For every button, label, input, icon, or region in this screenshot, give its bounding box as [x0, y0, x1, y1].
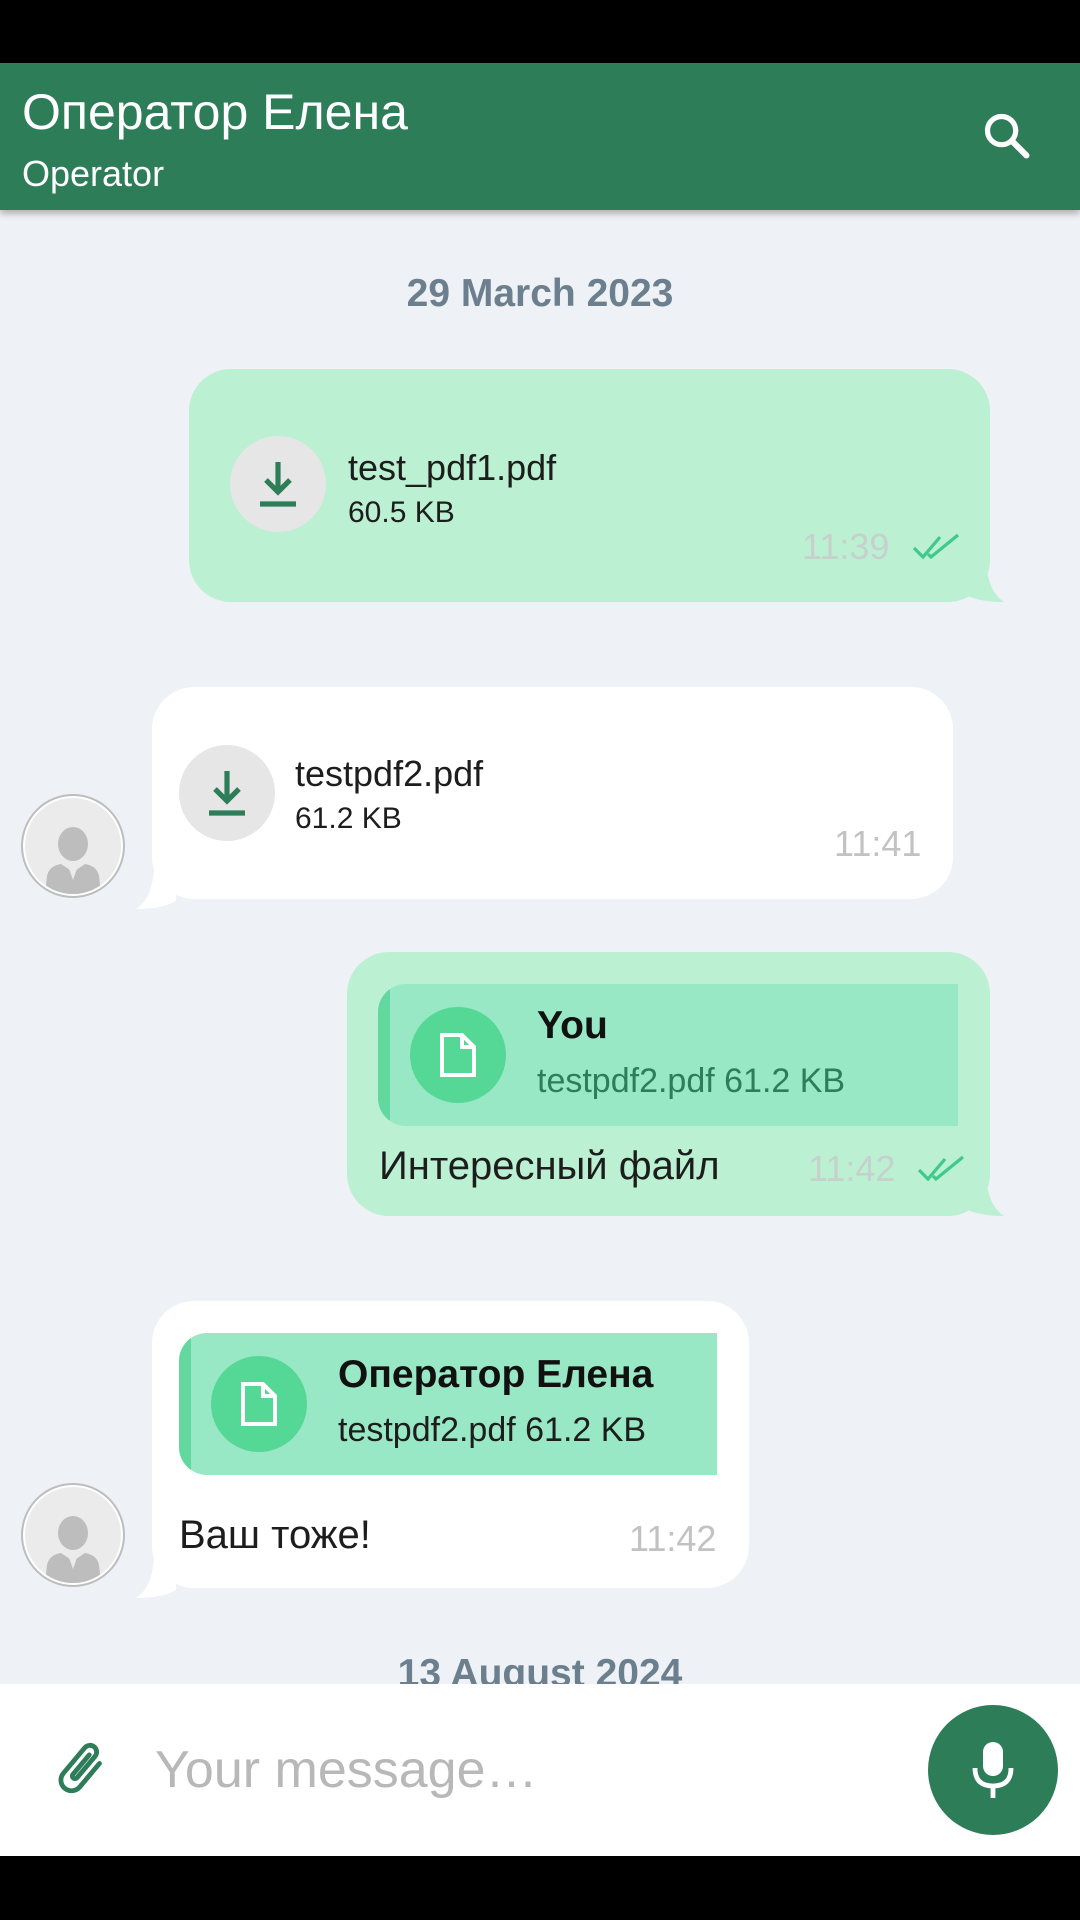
bubble-tail [136, 1558, 176, 1598]
quoted-file[interactable]: Оператор Елена testpdf2.pdf 61.2 KB [179, 1333, 717, 1475]
double-check-icon [917, 1155, 965, 1182]
chat-subtitle: Operator [22, 153, 165, 194]
message-time: 11:42 [808, 1148, 896, 1189]
paperclip-icon [58, 1742, 102, 1794]
message-time: 11:42 [629, 1518, 717, 1559]
mic-button[interactable] [928, 1705, 1058, 1835]
download-button[interactable] [179, 745, 275, 841]
person-icon [45, 1516, 101, 1583]
bubble-tail [964, 562, 1004, 602]
message-text: Ваш тоже! [179, 1513, 371, 1557]
date-separator: 29 March 2023 [406, 272, 674, 315]
document-icon [440, 1033, 476, 1077]
outgoing-file-message[interactable]: test_pdf1.pdf 60.5 KB 11:39 [189, 369, 990, 602]
chat-scroll-area[interactable]: 29 March 2023 test_pdf1.pdf 60.5 KB 11:3… [0, 210, 1080, 1684]
incoming-file-message[interactable]: testpdf2.pdf 61.2 KB 11:41 [152, 687, 953, 899]
file-size: 61.2 KB [295, 802, 402, 835]
message-time: 11:39 [802, 526, 890, 567]
quote-file-info: testpdf2.pdf 61.2 KB [338, 1411, 647, 1449]
file-name: test_pdf1.pdf [348, 447, 557, 488]
download-button[interactable] [230, 436, 326, 532]
bubble-tail [964, 1176, 1004, 1216]
navigation-bar [0, 1856, 1080, 1920]
quote-author: Оператор Елена [338, 1353, 654, 1396]
incoming-reply-message[interactable]: Оператор Елена testpdf2.pdf 61.2 KB Ваш … [152, 1301, 749, 1588]
avatar[interactable] [21, 1483, 125, 1587]
document-button[interactable] [410, 1007, 506, 1103]
double-check-icon [912, 533, 960, 560]
download-icon [209, 771, 245, 816]
message-input[interactable] [155, 1724, 895, 1816]
document-button[interactable] [211, 1356, 307, 1452]
date-separator: 13 August 2024 [397, 1652, 683, 1684]
message-text: Интересный файл [379, 1144, 720, 1188]
app-bar: Оператор Елена Operator [0, 63, 1080, 210]
bubble-tail [136, 869, 176, 909]
download-icon [260, 462, 296, 507]
message-time: 11:41 [834, 823, 922, 864]
person-icon [45, 827, 101, 894]
message-composer [0, 1684, 1080, 1856]
status-bar [0, 0, 1080, 63]
file-name: testpdf2.pdf [295, 753, 484, 794]
avatar[interactable] [21, 794, 125, 898]
quote-file-info: testpdf2.pdf 61.2 KB [537, 1062, 846, 1100]
microphone-icon [972, 1742, 1014, 1798]
chat-title: Оператор Елена [22, 84, 408, 140]
search-button[interactable] [974, 103, 1040, 169]
search-icon [984, 113, 1030, 159]
outgoing-reply-message[interactable]: You testpdf2.pdf 61.2 KB Интересный файл… [347, 952, 990, 1216]
quote-author: You [537, 1004, 608, 1047]
document-icon [241, 1382, 277, 1426]
attach-button[interactable] [44, 1728, 116, 1808]
file-size: 60.5 KB [348, 496, 455, 529]
quoted-file[interactable]: You testpdf2.pdf 61.2 KB [378, 984, 958, 1126]
